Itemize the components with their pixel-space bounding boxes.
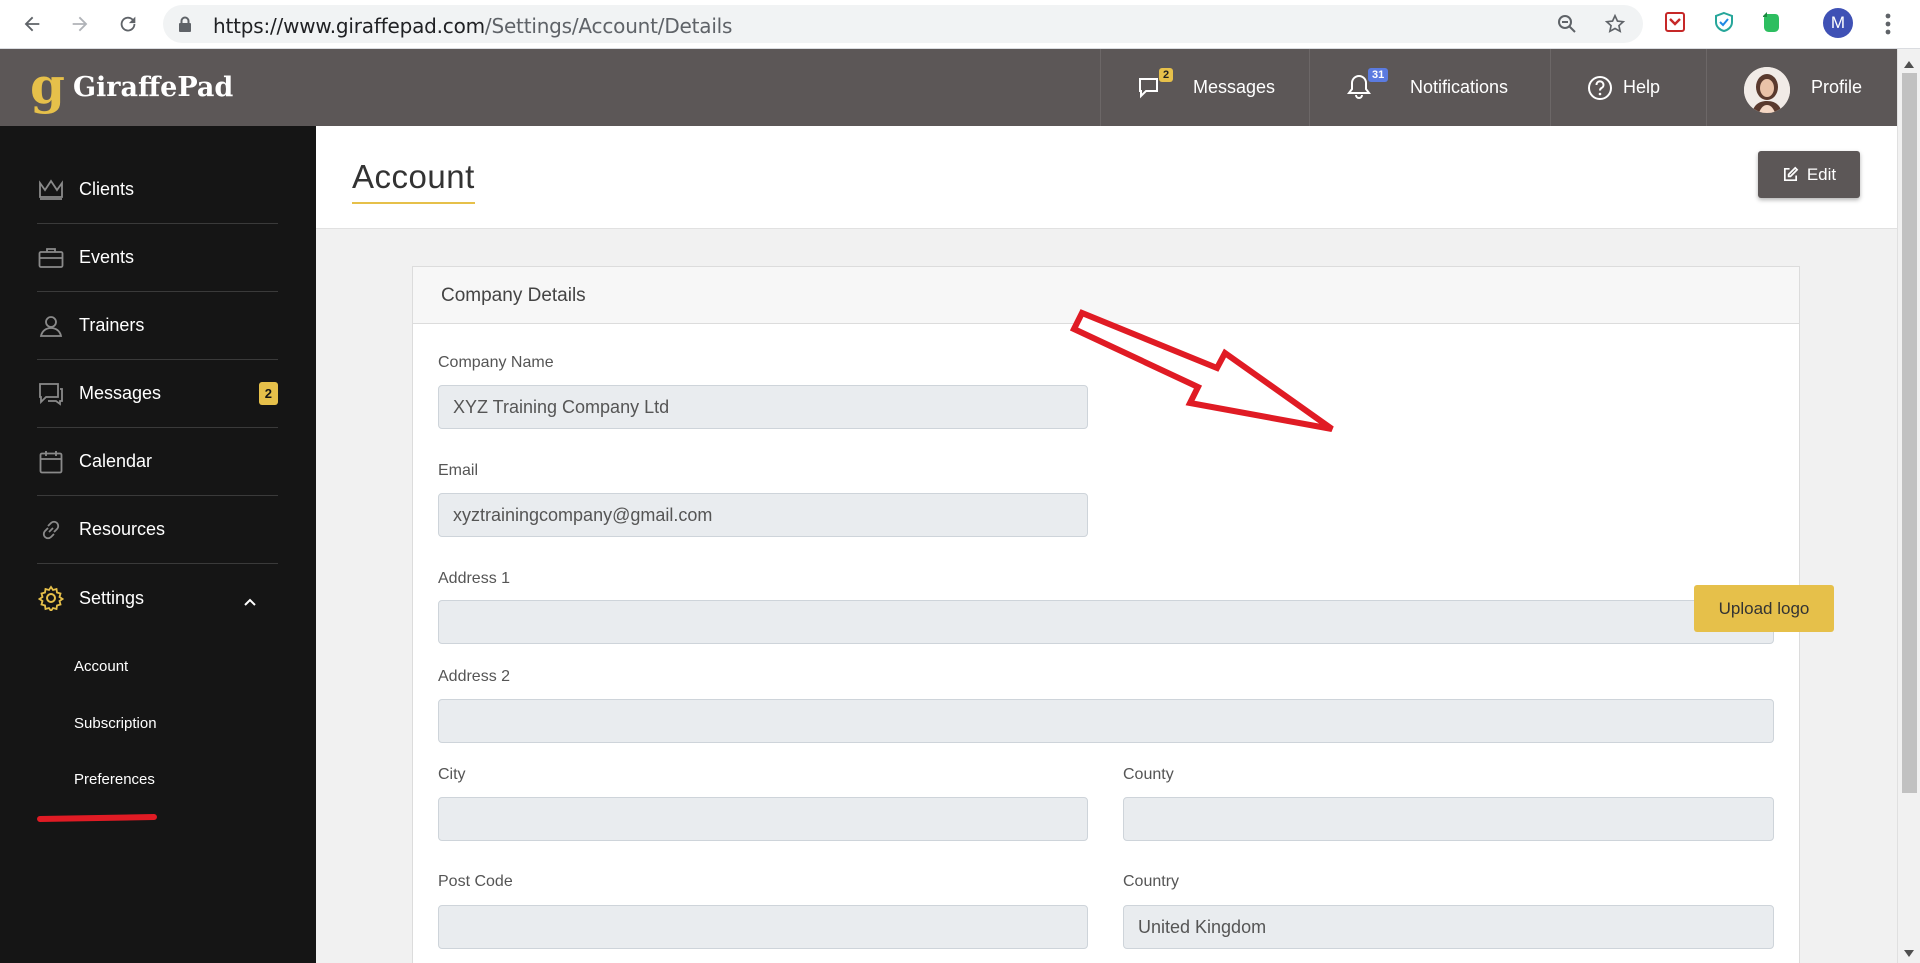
sidebar-item-events[interactable]: Events	[37, 224, 278, 292]
browser-toolbar: https://www.giraffepad.com/Settings/Acco…	[0, 0, 1920, 49]
lock-icon	[178, 16, 192, 37]
page-header: Account Edit	[316, 126, 1897, 229]
logo-mark: g	[30, 56, 65, 115]
post-code-label: Post Code	[438, 873, 513, 890]
messages-count-badge: 2	[1159, 68, 1174, 82]
header-profile[interactable]: Profile	[1706, 49, 1897, 126]
app-header: g GiraffePad 2 Messages 31 Notifications…	[0, 49, 1897, 126]
sidebar-item-resources[interactable]: Resources	[37, 496, 278, 564]
crown-icon	[37, 176, 65, 204]
sidebar-item-label: Settings	[79, 587, 145, 608]
address-bar[interactable]: https://www.giraffepad.com/Settings/Acco…	[163, 5, 1643, 43]
post-code-field[interactable]	[438, 905, 1088, 949]
user-icon	[37, 312, 65, 340]
link-icon	[37, 516, 65, 544]
kebab-menu-icon[interactable]	[1872, 8, 1904, 40]
reload-icon[interactable]	[112, 8, 144, 40]
header-help[interactable]: Help	[1550, 49, 1706, 126]
briefcase-icon	[37, 244, 65, 272]
profile-avatar	[1744, 67, 1790, 113]
company-name-label: Company Name	[438, 354, 554, 371]
card-title: Company Details	[441, 285, 586, 306]
email-field[interactable]: xyztrainingcompany@gmail.com	[438, 493, 1088, 537]
url-text: https://www.giraffepad.com/Settings/Acco…	[213, 14, 733, 38]
shield-extension-icon[interactable]	[1711, 9, 1737, 35]
gear-icon	[37, 584, 65, 612]
sidebar-subitem-subscription[interactable]: Subscription	[74, 715, 157, 732]
county-label: County	[1123, 766, 1174, 783]
main-content: Account Edit Company Details Company Nam…	[316, 126, 1897, 963]
sidebar-item-label: Trainers	[79, 315, 145, 335]
back-icon[interactable]	[16, 8, 48, 40]
country-field[interactable]: United Kingdom	[1123, 905, 1774, 949]
forward-icon[interactable]	[64, 8, 96, 40]
star-icon[interactable]	[1603, 12, 1627, 36]
country-label: Country	[1123, 873, 1180, 890]
sidebar-item-label: Messages	[79, 383, 162, 403]
sidebar-item-settings[interactable]: Settings	[37, 564, 278, 632]
address2-label: Address 2	[438, 668, 511, 685]
edit-button-label: Edit	[1806, 164, 1837, 184]
header-notifications-label: Notifications	[1410, 77, 1509, 97]
upload-logo-button[interactable]: Upload logo	[1694, 585, 1834, 632]
scroll-up-icon[interactable]	[1904, 55, 1914, 73]
sidebar-subitem-account[interactable]: Account	[74, 658, 128, 675]
zoom-icon[interactable]	[1555, 12, 1579, 36]
sidebar-item-label: Events	[79, 247, 135, 267]
annotation-underline	[36, 813, 158, 823]
address2-field[interactable]	[438, 699, 1774, 743]
header-notifications[interactable]: 31 Notifications	[1309, 49, 1550, 126]
address1-field[interactable]	[438, 600, 1774, 644]
sidebar-item-label: Clients	[79, 179, 135, 199]
edit-button[interactable]: Edit	[1758, 151, 1860, 198]
calendar-icon	[37, 448, 65, 476]
header-messages[interactable]: 2 Messages	[1100, 49, 1309, 126]
header-help-label: Help	[1623, 77, 1661, 97]
email-label: Email	[438, 462, 479, 479]
county-field[interactable]	[1123, 797, 1774, 841]
sidebar-item-messages[interactable]: Messages 2	[37, 360, 278, 428]
notifications-count-badge: 31	[1368, 68, 1389, 82]
sidebar: Clients Events Trainers Messages 2 Calen…	[0, 126, 316, 963]
company-name-field[interactable]: XYZ Training Company Ltd	[438, 385, 1088, 429]
city-label: City	[438, 766, 466, 783]
city-field[interactable]	[438, 797, 1088, 841]
help-icon	[1587, 75, 1613, 106]
evernote-extension-icon[interactable]	[1758, 9, 1784, 35]
giraffepad-logo[interactable]: g GiraffePad	[30, 61, 233, 111]
edit-icon	[1782, 166, 1799, 183]
page-title: Account	[352, 158, 475, 204]
annotation-arrow	[1070, 309, 1334, 432]
scroll-thumb[interactable]	[1902, 73, 1917, 793]
scroll-down-icon[interactable]	[1904, 945, 1914, 963]
chevron-up-icon	[244, 590, 256, 611]
chrome-profile-avatar[interactable]: M	[1823, 8, 1853, 38]
sidebar-item-calendar[interactable]: Calendar	[37, 428, 278, 496]
sidebar-item-label: Calendar	[79, 451, 153, 471]
sidebar-item-clients[interactable]: Clients	[37, 156, 278, 224]
sidebar-subitem-preferences[interactable]: Preferences	[74, 771, 155, 788]
pocket-extension-icon[interactable]	[1662, 9, 1688, 35]
logo-text: GiraffePad	[72, 71, 234, 103]
sidebar-item-label: Resources	[79, 519, 166, 539]
sidebar-item-trainers[interactable]: Trainers	[37, 292, 278, 360]
header-messages-label: Messages	[1193, 77, 1276, 97]
chat-icon	[37, 380, 65, 408]
page-scrollbar[interactable]	[1897, 49, 1920, 963]
header-profile-label: Profile	[1811, 77, 1863, 97]
messages-count-badge: 2	[258, 382, 278, 405]
address1-label: Address 1	[438, 570, 511, 587]
